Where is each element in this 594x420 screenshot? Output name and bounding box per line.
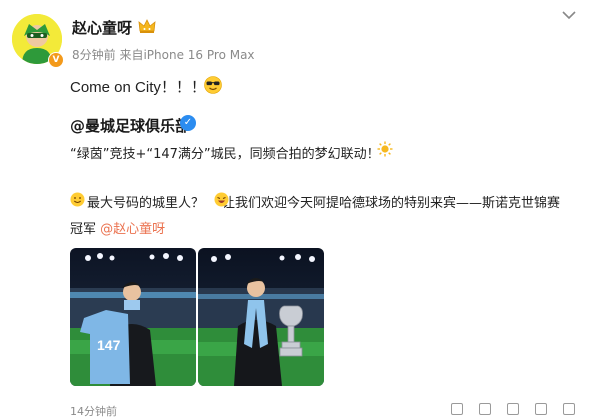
sun-emoji-icon (377, 141, 393, 157)
photo-jersey-image: 147 (70, 248, 196, 386)
photo-trophy-image (198, 248, 324, 386)
repost-champion: 冠军 (70, 222, 97, 237)
like-icon[interactable] (507, 403, 519, 415)
repost-text-line1: “绿茵”竞技+“147满分”城民，同频合拍的梦幻联动！ (70, 147, 380, 162)
laugh-emoji-icon (214, 192, 229, 207)
footer-actions (445, 402, 585, 416)
crown-icon (138, 19, 156, 33)
verified-check-icon: ✓ (180, 115, 196, 131)
more-icon[interactable] (563, 403, 575, 415)
photo-trophy[interactable] (198, 248, 324, 386)
post-time: 8分钟前 (72, 48, 116, 62)
mention-link[interactable]: @赵心童呀 (100, 222, 165, 237)
footer-time: 14分钟前 (70, 405, 117, 418)
post-meta: 8分钟前 来自iPhone 16 Pro Max (72, 46, 255, 63)
photo-jersey[interactable]: 147 (70, 248, 196, 386)
repost-question: 最大号码的城里人？ (87, 196, 205, 211)
jersey-number: 147 (97, 337, 121, 353)
verified-badge: V (48, 52, 64, 68)
author-name[interactable]: 赵心童呀 (72, 17, 132, 38)
chevron-down-icon[interactable] (562, 10, 576, 20)
forward-icon[interactable] (535, 403, 547, 415)
comment-icon[interactable] (479, 403, 491, 415)
weibo-post: V 赵心童呀 8分钟前 来自iPhone 16 Pro Max Come on … (0, 0, 594, 420)
share-icon[interactable] (451, 403, 463, 415)
sunglasses-emoji-icon (204, 76, 222, 94)
post-source: 来自iPhone 16 Pro Max (119, 48, 255, 62)
repost-author[interactable]: @曼城足球俱乐部 (70, 115, 190, 136)
repost-text-line3: 冠军 @赵心童呀 (70, 218, 165, 237)
repost-welcome: 让我们欢迎今天阿提哈德球场的特别来宾——斯诺克世锦赛 (222, 196, 561, 211)
repost-text-line2: 最大号码的城里人？ 让我们欢迎今天阿提哈德球场的特别来宾——斯诺克世锦赛 (70, 192, 590, 211)
post-text: Come on City！！！ (70, 79, 206, 96)
